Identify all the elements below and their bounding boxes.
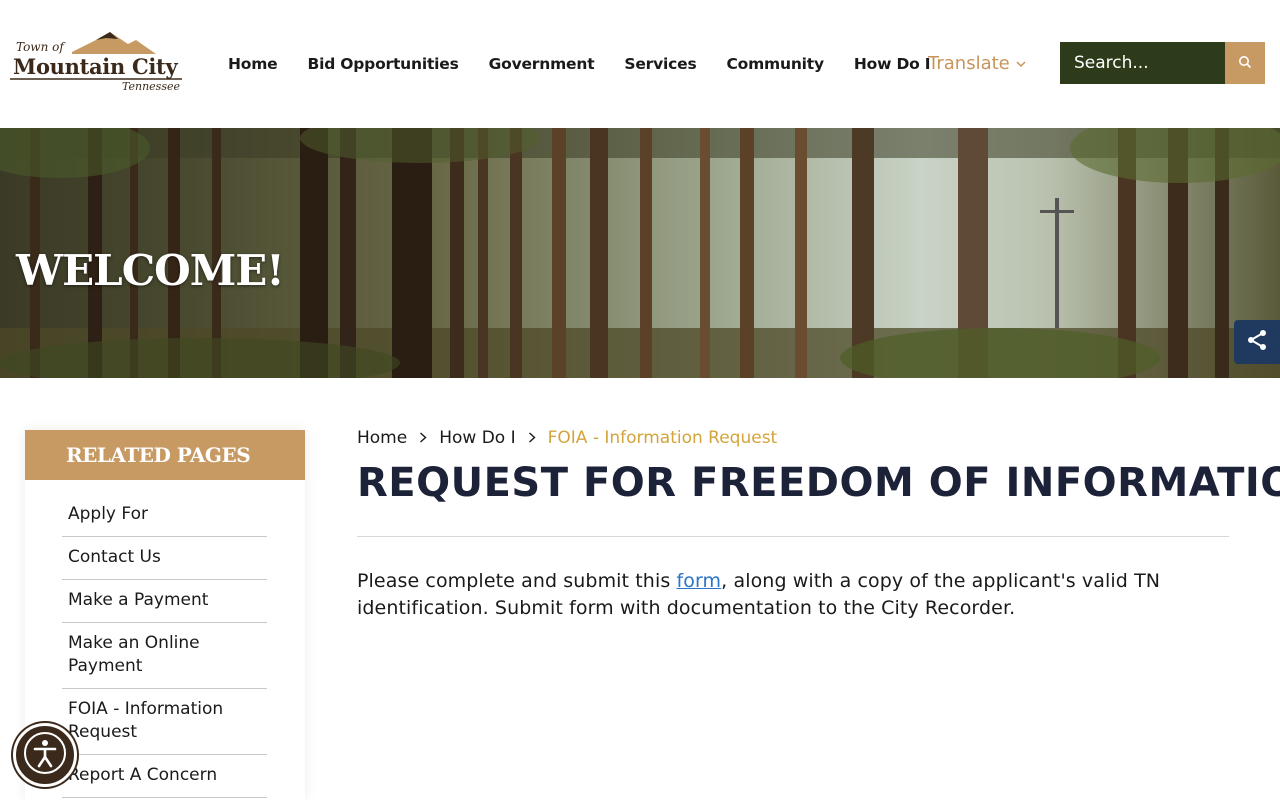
translate-dropdown[interactable]: Translate bbox=[928, 53, 1026, 74]
page-body-text: Please complete and submit this form, al… bbox=[357, 568, 1237, 622]
logo-city-text: Mountain City bbox=[13, 54, 178, 79]
chevron-right-icon bbox=[528, 429, 536, 447]
site-header: Town of Mountain City Tennessee Home Bid… bbox=[0, 0, 1280, 128]
hero-title: WELCOME! bbox=[16, 246, 285, 295]
accessibility-button[interactable] bbox=[13, 723, 77, 787]
related-pages-list: Apply For Contact Us Make a Payment Make… bbox=[62, 494, 267, 798]
sidebar-item-contact-us[interactable]: Contact Us bbox=[62, 537, 267, 580]
sidebar-item-online-payment[interactable]: Make an Online Payment bbox=[62, 623, 267, 689]
nav-community[interactable]: Community bbox=[726, 55, 824, 73]
share-button[interactable] bbox=[1234, 320, 1280, 364]
hero-banner: WELCOME! bbox=[0, 128, 1280, 378]
sidebar-item-report-concern[interactable]: Report A Concern bbox=[62, 755, 267, 798]
search-icon bbox=[1238, 54, 1252, 73]
nav-services[interactable]: Services bbox=[624, 55, 696, 73]
breadcrumb: Home How Do I FOIA - Information Request bbox=[357, 427, 777, 449]
form-link[interactable]: form bbox=[676, 570, 721, 592]
logo-town-text: Town of bbox=[16, 40, 64, 54]
page-title: REQUEST FOR FREEDOM OF INFORMATION bbox=[357, 460, 1280, 506]
sidebar-heading: RELATED PAGES bbox=[25, 430, 305, 480]
share-icon bbox=[1246, 329, 1268, 355]
site-logo[interactable]: Town of Mountain City Tennessee bbox=[10, 30, 186, 100]
translate-label: Translate bbox=[928, 53, 1010, 74]
logo-state-text: Tennessee bbox=[122, 80, 180, 93]
accessibility-icon bbox=[23, 731, 67, 779]
breadcrumb-home[interactable]: Home bbox=[357, 428, 407, 448]
breadcrumb-how-do-i[interactable]: How Do I bbox=[439, 428, 515, 448]
nav-government[interactable]: Government bbox=[489, 55, 595, 73]
chevron-right-icon bbox=[419, 429, 427, 447]
nav-how-do-i[interactable]: How Do I bbox=[854, 55, 931, 73]
nav-bid-opportunities[interactable]: Bid Opportunities bbox=[307, 55, 458, 73]
search-input[interactable] bbox=[1060, 42, 1225, 84]
body-text-before: Please complete and submit this bbox=[357, 570, 677, 592]
sidebar-item-foia[interactable]: FOIA - Information Request bbox=[62, 689, 267, 755]
nav-home[interactable]: Home bbox=[228, 55, 278, 73]
sidebar-item-apply-for[interactable]: Apply For bbox=[62, 494, 267, 537]
main-nav: Home Bid Opportunities Government Servic… bbox=[214, 52, 960, 76]
title-divider bbox=[357, 536, 1229, 537]
sidebar-item-make-a-payment[interactable]: Make a Payment bbox=[62, 580, 267, 623]
search-button[interactable] bbox=[1225, 42, 1265, 84]
chevron-down-icon bbox=[1016, 57, 1026, 71]
breadcrumb-current: FOIA - Information Request bbox=[547, 428, 778, 448]
